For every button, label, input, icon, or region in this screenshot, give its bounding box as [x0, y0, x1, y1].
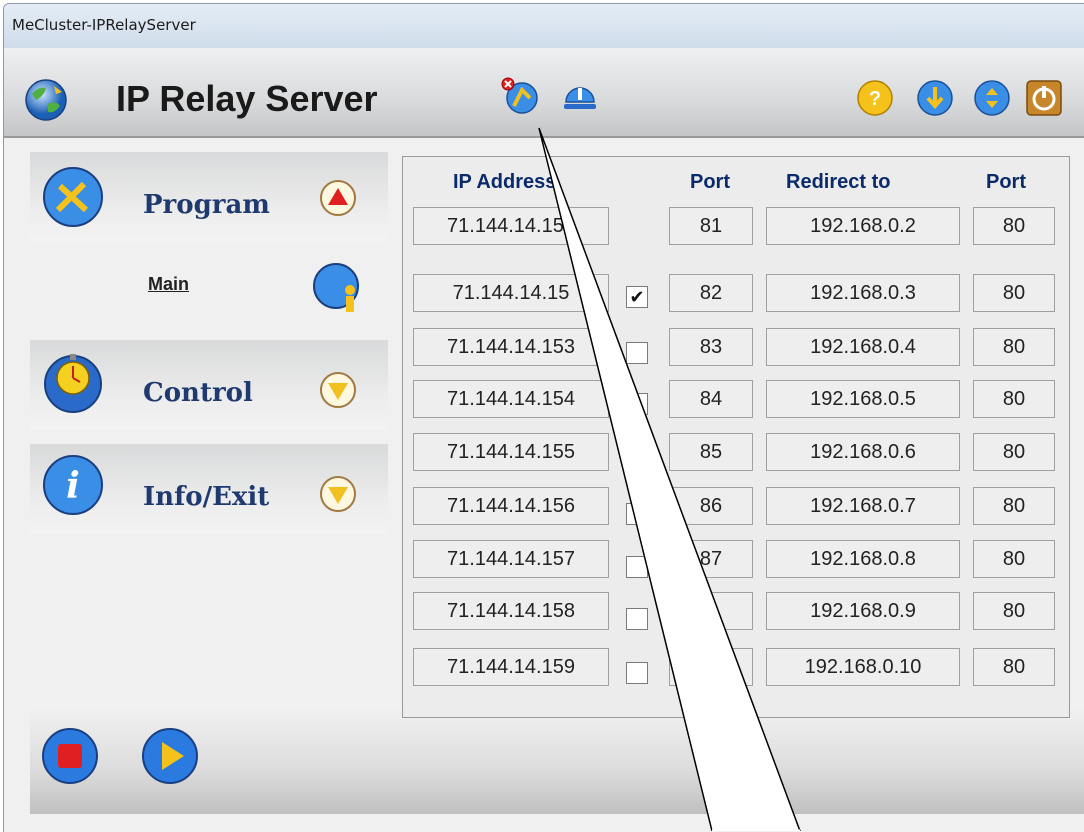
sidebar-section-control[interactable]: Control — [30, 340, 388, 430]
ip-field[interactable]: 71.144.14.157 — [413, 540, 609, 578]
toolbar: IP Relay Server ? — [4, 48, 1084, 138]
title-bar: MeCluster-IPRelayServer — [4, 4, 1084, 48]
row-checkbox[interactable] — [626, 608, 648, 630]
redirect-port-field[interactable]: 80 — [973, 274, 1055, 312]
redirect-field[interactable]: 192.168.0.5 — [766, 380, 960, 418]
ip-field[interactable]: 71.144.14.159 — [413, 648, 609, 686]
window-title: MeCluster-IPRelayServer — [12, 16, 196, 34]
power-icon[interactable] — [1024, 78, 1064, 118]
up-arrow-icon[interactable] — [318, 178, 358, 218]
down-arrow-icon[interactable] — [318, 370, 358, 410]
sidebar-section-program[interactable]: Program — [30, 152, 388, 242]
port-field[interactable]: 82 — [669, 274, 753, 312]
row-checkbox[interactable] — [626, 342, 648, 364]
ip-field[interactable]: 71.144.14.151 — [413, 207, 609, 245]
main-link[interactable]: Main — [148, 274, 189, 295]
row-checkbox[interactable] — [626, 393, 648, 415]
row-checkbox[interactable]: ✔ — [626, 286, 648, 308]
redirect-port-field[interactable]: 80 — [973, 648, 1055, 686]
down-arrow-icon[interactable] — [318, 474, 358, 514]
header-ip-address: IP Address — [453, 171, 557, 193]
port-field[interactable]: 81 — [669, 207, 753, 245]
port-field[interactable]: 84 — [669, 380, 753, 418]
redirect-port-field[interactable]: 80 — [973, 207, 1055, 245]
sidebar-section-info-exit[interactable]: i Info/Exit — [30, 444, 388, 534]
row-checkbox[interactable] — [626, 662, 648, 684]
svg-text:i: i — [66, 465, 80, 507]
ip-field[interactable]: 71.144.14.155 — [413, 433, 609, 471]
redirect-field[interactable]: 192.168.0.7 — [766, 487, 960, 525]
redirect-port-field[interactable]: 80 — [973, 487, 1055, 525]
redirect-port-field[interactable]: 80 — [973, 433, 1055, 471]
sidebar-label-info-exit: Info/Exit — [143, 482, 270, 512]
download-icon[interactable] — [915, 78, 955, 118]
header-redirect-to: Redirect to — [786, 171, 891, 193]
row-checkbox[interactable] — [626, 556, 648, 578]
bottom-bar — [30, 704, 1084, 814]
globe-logo-icon — [25, 79, 67, 121]
network-icon[interactable] — [560, 78, 600, 118]
redirect-field[interactable]: 192.168.0.4 — [766, 328, 960, 366]
play-icon[interactable] — [140, 726, 200, 786]
redirect-field[interactable]: 192.168.0.2 — [766, 207, 960, 245]
port-field[interactable]: 83 — [669, 328, 753, 366]
row-checkbox[interactable] — [626, 503, 648, 525]
redirect-port-field[interactable]: 80 — [973, 540, 1055, 578]
ip-field[interactable]: 71.144.14.158 — [413, 592, 609, 630]
tools-icon — [43, 167, 103, 227]
info-icon: i — [43, 455, 103, 515]
port-field[interactable]: 87 — [669, 540, 753, 578]
redirect-port-field[interactable]: 80 — [973, 328, 1055, 366]
connect-icon[interactable] — [500, 76, 540, 116]
ip-field[interactable]: 71.144.14.154 — [413, 380, 609, 418]
app-title: IP Relay Server — [116, 78, 378, 119]
info-user-icon[interactable] — [310, 260, 368, 318]
ip-field[interactable]: 71.144.14.15 — [413, 274, 609, 312]
header-port: Port — [690, 171, 730, 193]
upload-icon[interactable] — [972, 78, 1012, 118]
port-field[interactable]: 8 — [669, 592, 753, 630]
svg-text:?: ? — [869, 88, 881, 110]
stopwatch-icon — [44, 354, 102, 413]
ip-field[interactable]: 71.144.14.156 — [413, 487, 609, 525]
redirect-field[interactable]: 192.168.0.6 — [766, 433, 960, 471]
sidebar: Program Main Control i Info/Exit — [30, 152, 388, 534]
header-port-2: Port — [986, 171, 1026, 193]
sidebar-label-control: Control — [143, 378, 253, 408]
port-field[interactable]: 85 — [669, 433, 753, 471]
redirect-port-field[interactable]: 80 — [973, 592, 1055, 630]
redirect-field[interactable]: 192.168.0.9 — [766, 592, 960, 630]
redirect-field[interactable]: 192.168.0.10 — [766, 648, 960, 686]
redirect-field[interactable]: 192.168.0.8 — [766, 540, 960, 578]
help-icon[interactable]: ? — [855, 78, 895, 118]
redirect-field[interactable]: 192.168.0.3 — [766, 274, 960, 312]
redirect-port-field[interactable]: 80 — [973, 380, 1055, 418]
ip-field[interactable]: 71.144.14.153 — [413, 328, 609, 366]
sidebar-label-program: Program — [143, 190, 270, 220]
stop-icon[interactable] — [40, 726, 100, 786]
port-field[interactable]: 86 — [669, 487, 753, 525]
port-field[interactable] — [669, 648, 753, 686]
